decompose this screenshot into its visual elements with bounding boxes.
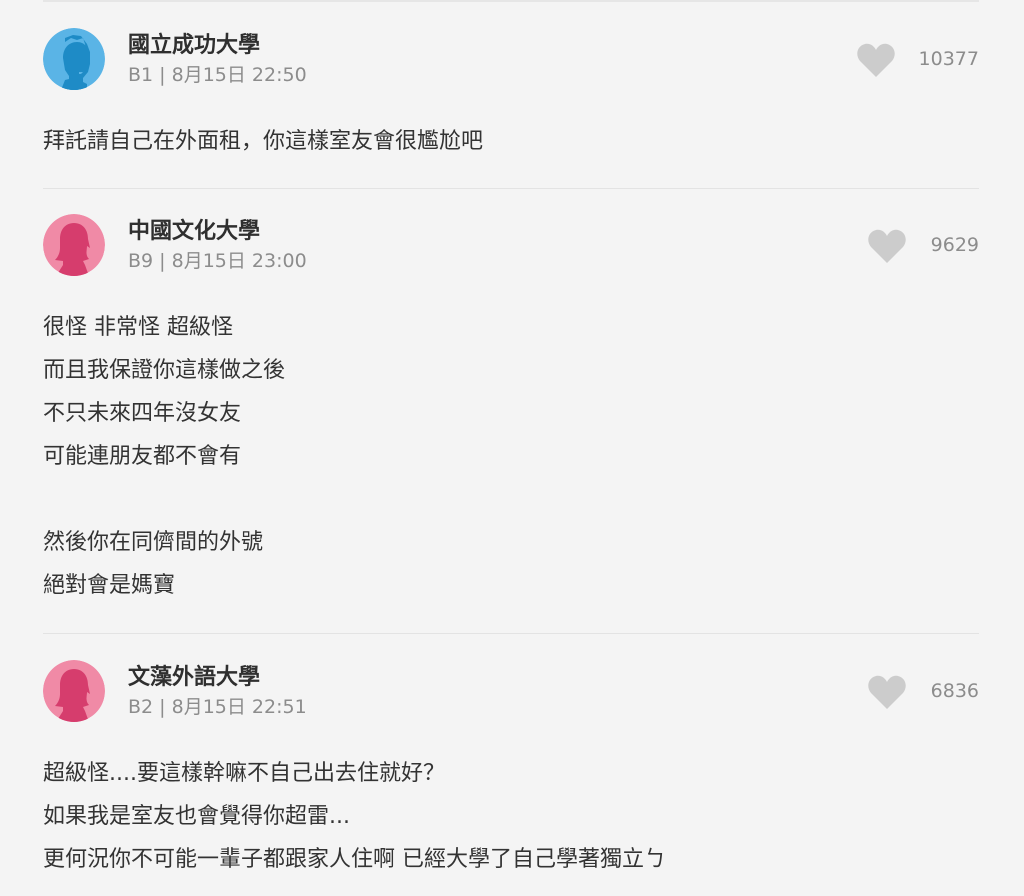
comment-line: 可能連朋友都不會有 xyxy=(43,444,242,469)
comment-feed: 國立成功大學 B1 | 8月15日 22:50 10377 拜託請自己在外面租，… xyxy=(0,0,1024,896)
comment-line: 不只未來四年沒女友 xyxy=(43,401,242,426)
comment-line: 如果我是室友也會覺得你超雷... xyxy=(43,804,350,829)
comment-b2: 文藻外語大學 B2 | 8月15日 22:51 6836 超級怪....要這樣幹… xyxy=(43,660,979,896)
like-count: 9629 xyxy=(930,234,979,256)
heart-icon[interactable] xyxy=(856,42,896,78)
female-avatar-icon[interactable] xyxy=(43,214,105,276)
like-count: 10377 xyxy=(918,48,979,70)
comment-line: 超級怪....要這樣幹嘛不自己出去住就好？ xyxy=(43,761,445,786)
comment-line: 絕對會是媽寶 xyxy=(43,573,176,598)
comment-divider xyxy=(43,633,979,634)
comment-line: 更何況你不可能一輩子都跟家人住啊 已經大學了自己學著獨立ㄅ xyxy=(43,847,666,872)
comment-divider xyxy=(43,188,979,189)
comment-body: 拜託請自己在外面租，你這樣室友會很尷尬吧 xyxy=(43,120,483,163)
comment-line: 然後你在同儕間的外號 xyxy=(43,530,264,555)
floor-timestamp: B1 | 8月15日 22:50 xyxy=(128,64,307,86)
comment-line: 拜託請自己在外面租，你這樣室友會很尷尬吧 xyxy=(43,129,484,154)
male-avatar-icon[interactable] xyxy=(43,28,105,90)
top-divider xyxy=(43,0,979,2)
heart-icon[interactable] xyxy=(867,674,907,710)
female-avatar-icon[interactable] xyxy=(43,660,105,722)
comment-b1: 國立成功大學 B1 | 8月15日 22:50 10377 拜託請自己在外面租，… xyxy=(43,28,979,189)
comment-b9: 中國文化大學 B9 | 8月15日 23:00 9629 很怪 非常怪 超級怪 … xyxy=(43,214,979,634)
comment-line: 很怪 非常怪 超級怪 xyxy=(43,315,233,340)
comment-line xyxy=(43,478,285,521)
floor-timestamp: B9 | 8月15日 23:00 xyxy=(128,250,307,272)
school-name[interactable]: 國立成功大學 xyxy=(128,31,260,61)
comment-line: 而且我保證你這樣做之後 xyxy=(43,358,286,383)
comment-body: 超級怪....要這樣幹嘛不自己出去住就好？ 如果我是室友也會覺得你超雷... 更… xyxy=(43,752,666,881)
floor-timestamp: B2 | 8月15日 22:51 xyxy=(128,696,307,718)
comment-body: 很怪 非常怪 超級怪 而且我保證你這樣做之後 不只未來四年沒女友 可能連朋友都不… xyxy=(43,306,285,607)
school-name[interactable]: 中國文化大學 xyxy=(128,217,260,247)
school-name[interactable]: 文藻外語大學 xyxy=(128,663,260,693)
like-count: 6836 xyxy=(930,680,979,702)
heart-icon[interactable] xyxy=(867,228,907,264)
